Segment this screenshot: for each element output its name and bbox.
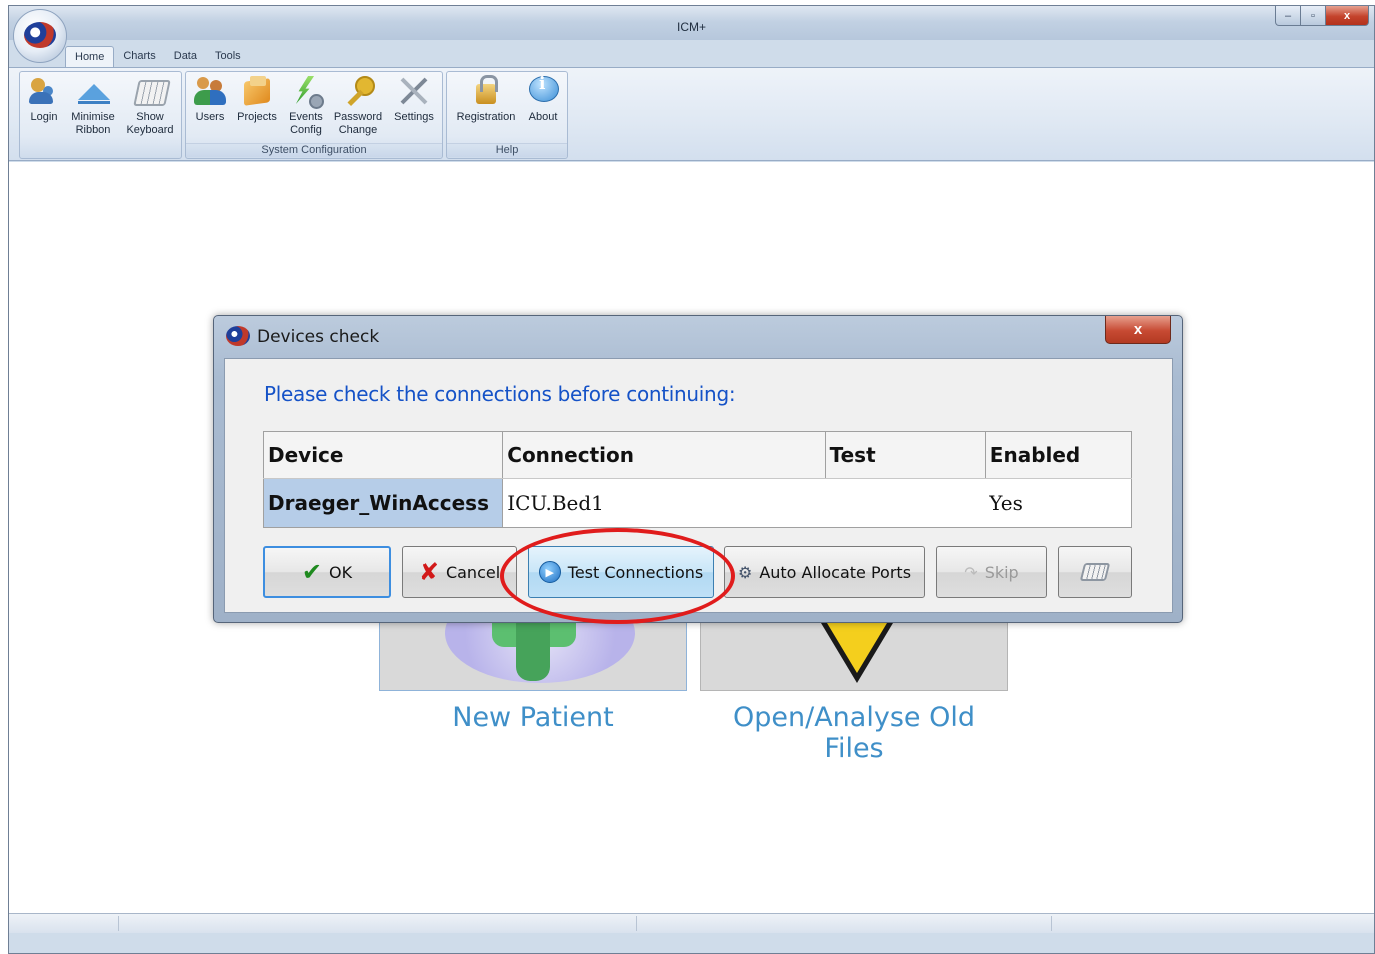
tab-charts[interactable]: Charts (114, 46, 164, 68)
checkmark-icon: ✔ (301, 558, 322, 586)
login-icon (27, 74, 61, 108)
minimise-ribbon-button[interactable]: Minimise Ribbon (68, 74, 118, 137)
arrow-down-icon (803, 623, 911, 673)
group-label-help: Help (447, 143, 567, 157)
auto-allocate-label: Auto Allocate Ports (759, 562, 912, 582)
registration-button[interactable]: Registration (451, 74, 521, 124)
login-label: Login (30, 111, 58, 123)
password-change-label-1: Password (333, 111, 383, 123)
about-label: About (528, 111, 558, 123)
events-config-label-1: Events (289, 111, 323, 123)
plus-stem-icon (516, 623, 550, 681)
keyboard-icon (1079, 563, 1111, 581)
open-files-label[interactable]: Open/Analyse Old Files (700, 702, 1008, 764)
cell-connection[interactable]: ICU.Bed1 (503, 479, 825, 528)
close-button[interactable]: x (1325, 6, 1369, 26)
skip-button[interactable]: ↷ Skip (936, 546, 1047, 598)
cell-device[interactable]: Draeger_WinAccess (262, 478, 504, 528)
table-row[interactable]: Draeger_WinAccess ICU.Bed1 Yes (262, 478, 1132, 528)
column-header-connection[interactable]: Connection (502, 431, 826, 479)
devices-check-dialog: Devices check x Please check the connect… (213, 315, 1183, 623)
settings-button[interactable]: Settings (388, 74, 440, 124)
status-segment (119, 916, 637, 931)
skip-label: Skip (984, 562, 1019, 582)
title-bar: ICM+ – ▫ x (9, 6, 1374, 40)
ok-button[interactable]: ✔ OK (263, 546, 391, 598)
ribbon-group-general: Login Minimise Ribbon Show Keyboard (19, 71, 182, 159)
projects-label: Projects (237, 111, 277, 123)
ribbon-group-help: Registration About Help (446, 71, 568, 159)
group-label-system-configuration: System Configuration (186, 143, 442, 157)
ribbon-tabs: Home Charts Data Tools (65, 46, 250, 68)
status-segment (637, 916, 1052, 931)
login-button[interactable]: Login (22, 74, 66, 124)
keyboard-button[interactable] (1058, 546, 1132, 598)
events-config-label-2: Config (290, 124, 322, 136)
settings-label: Settings (394, 111, 434, 123)
column-header-enabled[interactable]: Enabled (985, 431, 1133, 479)
new-patient-label[interactable]: New Patient (379, 702, 687, 733)
dialog-body: Please check the connections before cont… (224, 358, 1173, 613)
dialog-close-button[interactable]: x (1105, 316, 1171, 344)
tab-tools[interactable]: Tools (206, 46, 250, 68)
new-patient-tile[interactable] (379, 622, 687, 691)
ribbon-group-system-configuration: Users Projects Events Config Password Ch… (185, 71, 443, 159)
cancel-button[interactable]: ✘ Cancel (402, 546, 517, 598)
allocate-icon: ⚙ (737, 562, 753, 582)
test-connections-button[interactable]: ▶ Test Connections (528, 546, 714, 598)
cell-test[interactable] (825, 479, 985, 528)
users-button[interactable]: Users (190, 74, 230, 124)
events-config-button[interactable]: Events Config (284, 74, 328, 137)
cross-icon: ✘ (418, 558, 439, 586)
minimise-ribbon-label-2: Ribbon (75, 124, 111, 136)
maximize-button[interactable]: ▫ (1300, 6, 1326, 26)
tools-icon (397, 74, 431, 108)
ok-label: OK (329, 562, 353, 582)
users-label: Users (195, 111, 225, 123)
lightning-gear-icon (289, 74, 324, 109)
show-keyboard-label-2: Keyboard (126, 124, 174, 136)
cancel-label: Cancel (445, 562, 501, 582)
info-icon (526, 74, 560, 108)
devices-table: Device Connection Test Enabled Draeger_W… (262, 431, 1133, 528)
brain-logo-icon (226, 326, 250, 346)
status-segment (9, 916, 119, 931)
dialog-message: Please check the connections before cont… (264, 382, 736, 406)
column-header-test[interactable]: Test (825, 431, 986, 479)
key-icon (341, 74, 375, 108)
show-keyboard-label-1: Show (136, 111, 164, 123)
skip-arrow-icon: ↷ (964, 562, 978, 582)
users-icon (193, 74, 227, 108)
projects-box-icon (240, 74, 274, 108)
brain-logo-icon (24, 22, 56, 48)
status-bar (9, 913, 1374, 933)
tab-home[interactable]: Home (65, 46, 115, 68)
minimise-ribbon-label-1: Minimise (71, 111, 115, 123)
column-header-device[interactable]: Device (263, 431, 504, 479)
dialog-title: Devices check (257, 327, 380, 347)
show-keyboard-button[interactable]: Show Keyboard (122, 74, 178, 137)
password-change-button[interactable]: Password Change (330, 74, 386, 137)
table-header-row: Device Connection Test Enabled (263, 431, 1133, 479)
open-files-tile[interactable] (700, 622, 1008, 691)
app-logo-button[interactable] (13, 9, 67, 63)
window-title: ICM+ (676, 20, 706, 34)
ribbon: Login Minimise Ribbon Show Keyboard User… (9, 67, 1374, 161)
about-button[interactable]: About (523, 74, 563, 124)
keyboard-icon (133, 74, 167, 108)
projects-button[interactable]: Projects (232, 74, 282, 124)
auto-allocate-ports-button[interactable]: ⚙ Auto Allocate Ports (724, 546, 925, 598)
test-connections-label: Test Connections (567, 562, 704, 582)
padlock-icon (469, 74, 503, 108)
registration-label: Registration (456, 111, 516, 123)
tab-data[interactable]: Data (165, 46, 206, 68)
password-change-label-2: Change (338, 124, 378, 136)
triangle-up-icon (76, 74, 110, 108)
play-icon: ▶ (538, 561, 561, 583)
minimize-button[interactable]: – (1275, 6, 1301, 26)
cell-enabled[interactable]: Yes (985, 479, 1131, 528)
